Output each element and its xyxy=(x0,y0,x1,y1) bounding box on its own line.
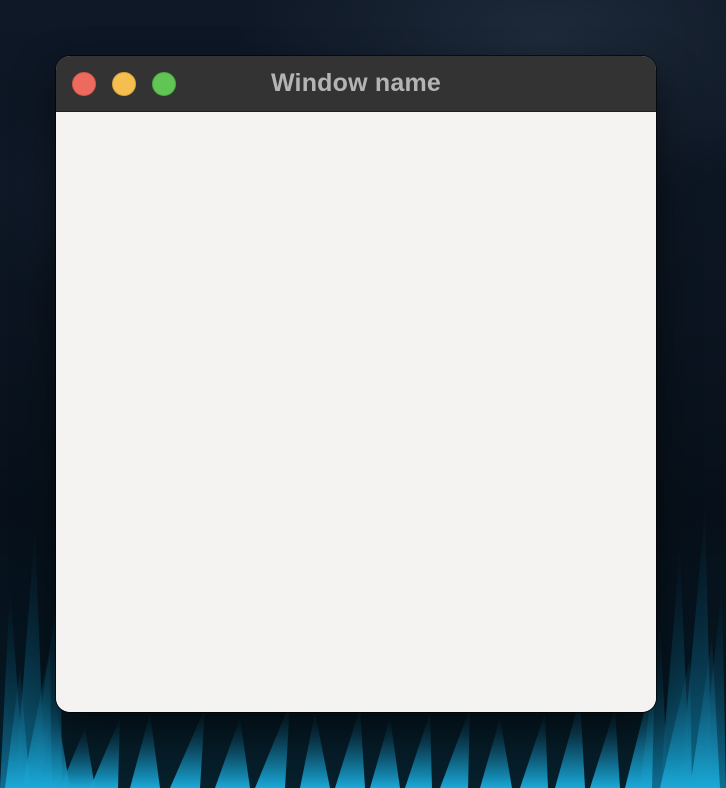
window-titlebar[interactable]: Window name xyxy=(56,56,656,112)
window-content xyxy=(56,112,656,712)
window-title: Window name xyxy=(270,69,442,97)
close-icon[interactable] xyxy=(72,72,96,96)
minimize-icon[interactable] xyxy=(112,72,136,96)
maximize-icon[interactable] xyxy=(152,72,176,96)
app-window: Window name xyxy=(56,56,656,712)
